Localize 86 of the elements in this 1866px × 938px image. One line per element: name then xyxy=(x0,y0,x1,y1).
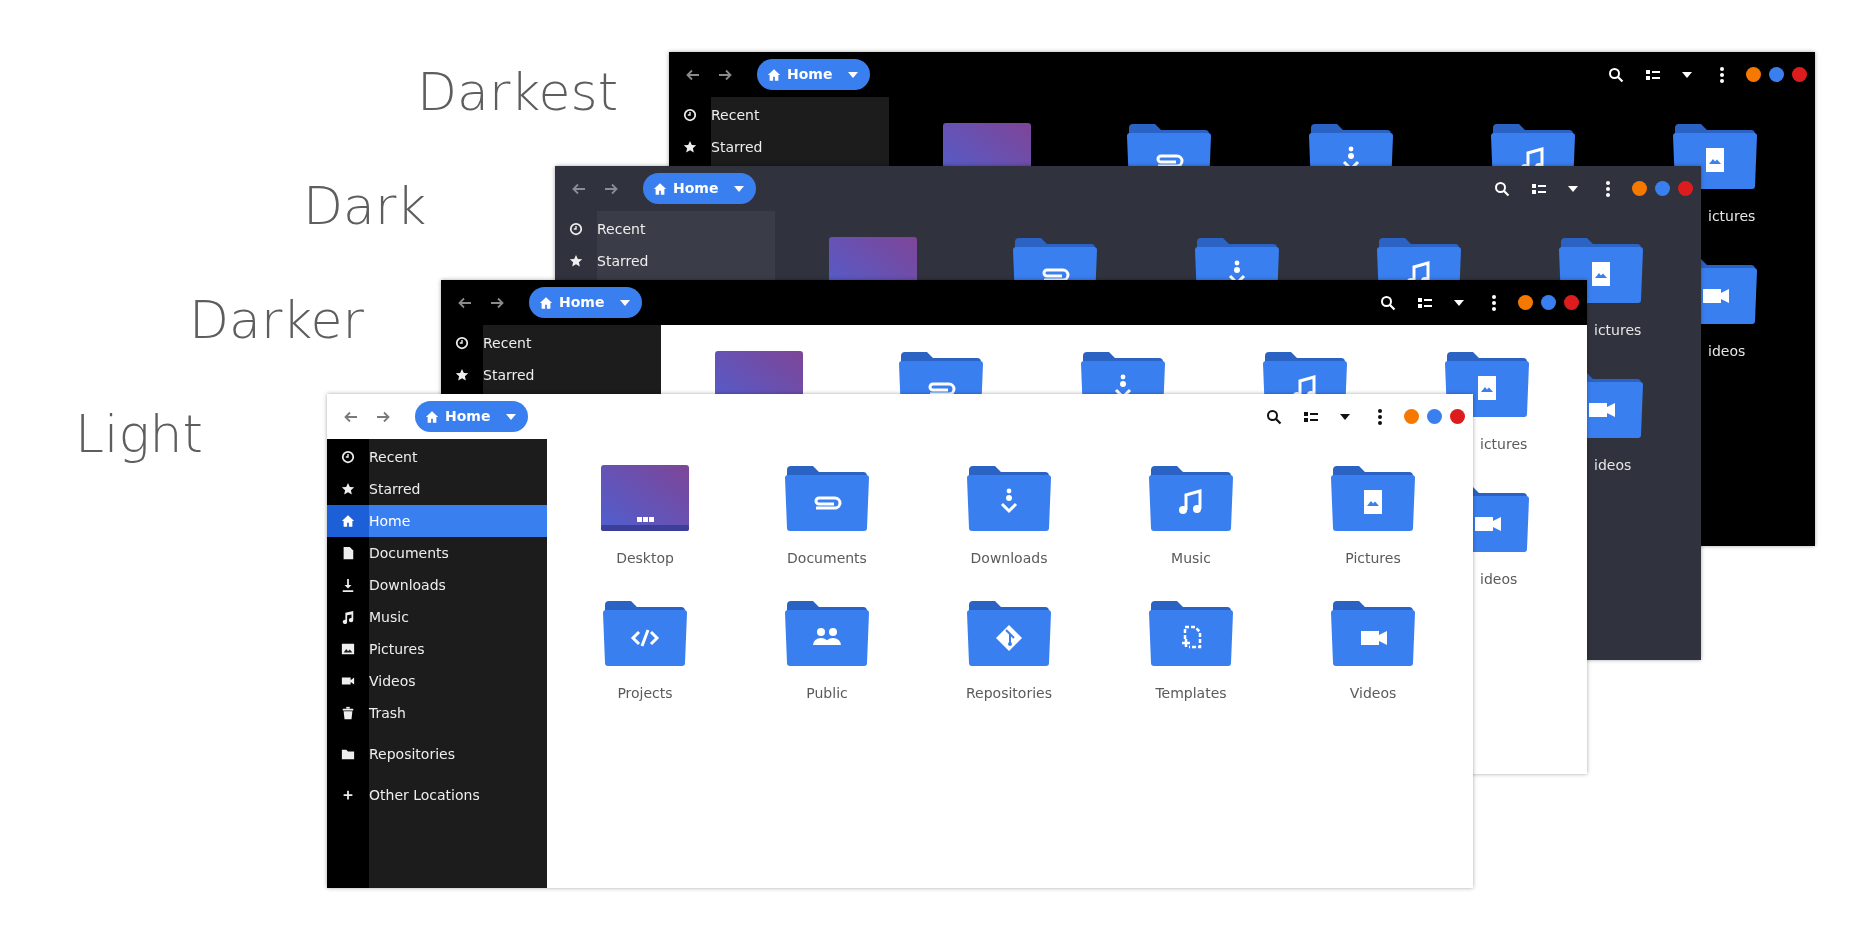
theme-caption: Darker xyxy=(189,292,364,350)
list-view-icon[interactable] xyxy=(1532,182,1546,195)
plus-icon xyxy=(341,788,355,802)
download-icon xyxy=(341,578,355,592)
folder-name: ideos xyxy=(1708,342,1746,361)
maximize-button[interactable] xyxy=(1769,67,1784,82)
home-icon xyxy=(767,67,781,82)
video-folder-icon[interactable] xyxy=(1586,371,1645,439)
close-button[interactable] xyxy=(1678,181,1693,196)
folder-name: ideos xyxy=(1594,456,1632,475)
star-icon xyxy=(455,368,469,382)
maximize-button[interactable] xyxy=(1655,181,1670,196)
folder-name: Templates xyxy=(1155,684,1227,703)
file-icon xyxy=(341,546,355,560)
clock-icon xyxy=(455,336,469,350)
image-icon xyxy=(341,642,355,656)
paperclip-folder-icon[interactable] xyxy=(783,464,871,532)
menu-icon[interactable] xyxy=(1378,408,1382,425)
caret-icon[interactable] xyxy=(1340,413,1350,420)
minimize-button[interactable] xyxy=(1746,67,1761,82)
folder-name: Documents xyxy=(787,549,867,568)
home-icon xyxy=(539,295,553,310)
list-view-icon[interactable] xyxy=(1418,296,1432,309)
theme-caption: Light xyxy=(75,406,203,464)
caret-icon[interactable] xyxy=(1454,299,1464,306)
location-button[interactable]: Home xyxy=(643,173,757,204)
minimize-button[interactable] xyxy=(1518,295,1533,310)
folder-name: Pictures xyxy=(1345,549,1401,568)
minimize-button[interactable] xyxy=(1632,181,1647,196)
clock-icon xyxy=(683,108,697,122)
caret-icon xyxy=(506,413,517,420)
home-icon xyxy=(425,409,439,424)
desktop-icon[interactable] xyxy=(601,464,689,532)
caret-icon xyxy=(848,71,859,78)
star-icon xyxy=(341,482,355,496)
maximize-button[interactable] xyxy=(1541,295,1556,310)
maximize-button[interactable] xyxy=(1427,409,1442,424)
close-button[interactable] xyxy=(1792,67,1807,82)
home-icon xyxy=(341,514,355,528)
location-button[interactable]: Home xyxy=(757,59,871,90)
folder-name: Repositories xyxy=(966,684,1052,703)
folder-name: Public xyxy=(806,684,848,703)
close-button[interactable] xyxy=(1450,409,1465,424)
list-view-icon[interactable] xyxy=(1304,410,1318,423)
star-icon xyxy=(683,140,697,154)
clock-icon xyxy=(569,222,583,236)
theme-caption: Darkest xyxy=(417,64,619,122)
caret-icon xyxy=(620,299,631,306)
caret-icon xyxy=(734,185,745,192)
menu-icon[interactable] xyxy=(1492,294,1496,311)
sidebar-item[interactable]: Home xyxy=(327,505,547,537)
folder-name: Projects xyxy=(617,684,673,703)
folder-name: Videos xyxy=(1349,684,1397,703)
people-folder-icon[interactable] xyxy=(783,599,871,667)
trash-icon xyxy=(341,706,355,720)
code-folder-icon[interactable] xyxy=(601,599,689,667)
video-folder-icon[interactable] xyxy=(1700,257,1759,325)
folder-name: ictures xyxy=(1480,435,1528,454)
folder-name: Desktop xyxy=(616,549,674,568)
search-icon[interactable] xyxy=(1380,294,1396,311)
folder-name: ideos xyxy=(1480,570,1518,589)
home-icon xyxy=(653,181,667,196)
menu-icon[interactable] xyxy=(1606,180,1610,197)
folder-name: ictures xyxy=(1594,321,1642,340)
git-folder-icon[interactable] xyxy=(965,599,1053,667)
caret-icon[interactable] xyxy=(1682,71,1692,78)
folder-name: ictures xyxy=(1708,207,1756,226)
folder-name: Music xyxy=(1171,549,1211,568)
desktop-icon[interactable] xyxy=(715,350,803,394)
clock-icon xyxy=(341,450,355,464)
list-view-icon[interactable] xyxy=(1646,68,1660,81)
search-icon[interactable] xyxy=(1266,408,1282,425)
music-note-icon xyxy=(341,610,355,624)
search-icon[interactable] xyxy=(1494,180,1510,197)
download-folder-icon[interactable] xyxy=(965,464,1053,532)
folder-icon xyxy=(341,747,355,761)
search-icon[interactable] xyxy=(1608,66,1624,83)
template-folder-icon[interactable] xyxy=(1147,599,1235,667)
theme-caption: Dark xyxy=(303,178,427,236)
close-button[interactable] xyxy=(1564,295,1579,310)
location-button[interactable]: Home xyxy=(415,401,529,432)
star-icon xyxy=(569,254,583,268)
folder-name: Downloads xyxy=(970,549,1048,568)
location-button[interactable]: Home xyxy=(529,287,643,318)
menu-icon[interactable] xyxy=(1720,66,1724,83)
caret-icon[interactable] xyxy=(1568,185,1578,192)
